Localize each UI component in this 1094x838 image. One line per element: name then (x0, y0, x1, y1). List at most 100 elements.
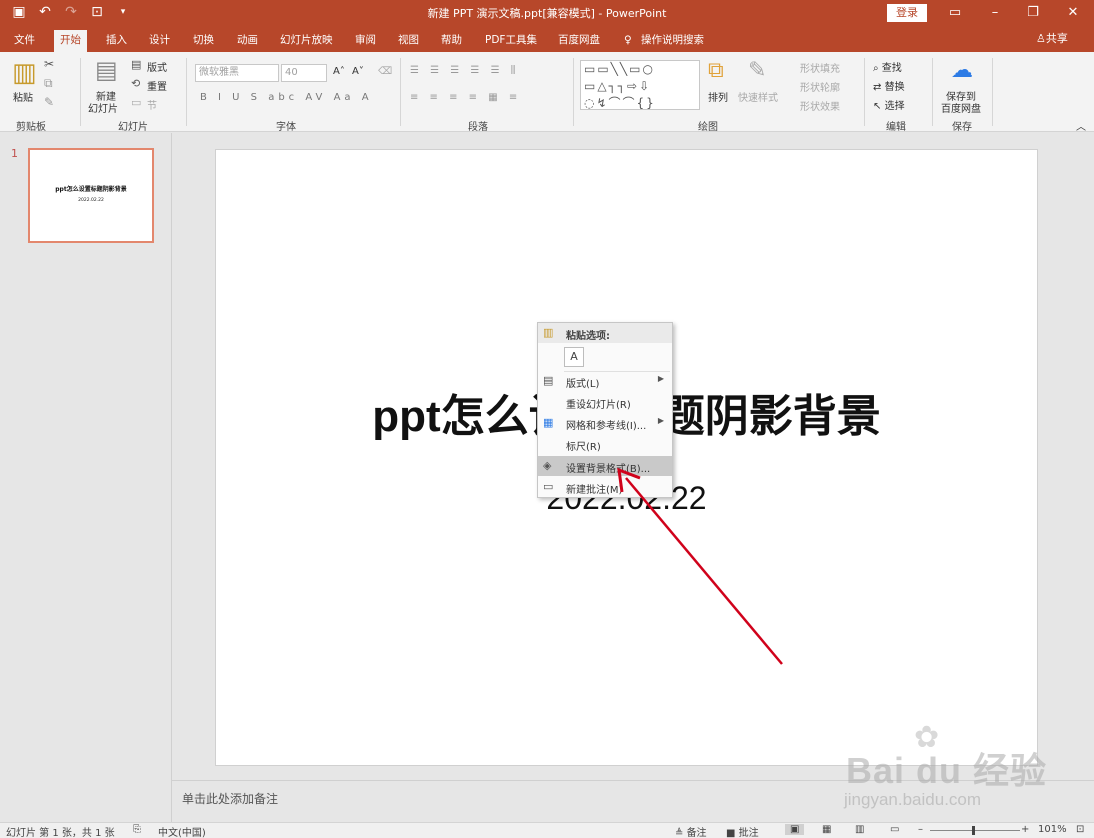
slideshow-view-icon[interactable]: ▭ (890, 824, 899, 835)
find-button[interactable]: ⌕ 查找 (873, 59, 902, 74)
reading-view-icon[interactable]: ▥ (855, 824, 864, 835)
new-slide-label-2[interactable]: 幻灯片 (88, 100, 118, 115)
tab-transitions[interactable]: 切换 (191, 30, 216, 52)
group-divider (573, 58, 574, 126)
quick-styles-icon[interactable]: ✎ (748, 58, 766, 83)
paragraph-group-label: 段落 (468, 122, 488, 133)
tab-baidu-netdisk[interactable]: 百度网盘 (556, 30, 602, 52)
slide-thumbnail[interactable]: ppt怎么设置标题阴影背景 2022.02.22 (28, 148, 154, 243)
watermark-logo: Bai du 经验 (846, 750, 1048, 791)
tab-help[interactable]: 帮助 (439, 30, 464, 52)
comments-toggle[interactable]: ■ 批注 (726, 824, 759, 838)
format-painter-icon[interactable]: ✎ (44, 95, 54, 109)
menu-item-label: 新建批注(M) (566, 485, 623, 496)
close-icon[interactable]: ✕ (1062, 3, 1084, 23)
paste-keep-text-only-button[interactable]: A (564, 347, 584, 367)
minimize-icon[interactable]: – (984, 3, 1006, 23)
tab-pdf-tools[interactable]: PDF工具集 (483, 30, 539, 52)
submenu-arrow-icon: ▶ (657, 416, 664, 425)
select-label: 选择 (884, 101, 905, 112)
replace-icon: ⇄ (873, 82, 882, 93)
comment-icon: ▭ (543, 480, 554, 493)
context-menu: ▥ 粘贴选项: A ▤ 版式(L) ▶ 重设幻灯片(R) ▦ 网格和参考线(I)… (537, 322, 673, 498)
comments-toggle-label: 批注 (738, 828, 759, 838)
tab-file[interactable]: 文件 (12, 30, 37, 52)
section-icon: ▭ (131, 96, 142, 109)
menu-item-ruler[interactable]: 标尺(R) (538, 434, 672, 454)
zoom-level[interactable]: 101% (1038, 824, 1067, 835)
menu-item-reset-slide[interactable]: 重设幻灯片(R) (538, 392, 672, 412)
tab-review[interactable]: 审阅 (353, 30, 378, 52)
menu-item-layout[interactable]: ▤ 版式(L) ▶ (538, 371, 672, 391)
menu-item-format-background[interactable]: ◈ 设置背景格式(B)... (538, 456, 672, 476)
layout-button[interactable]: 版式 (147, 59, 167, 74)
alignment-icons[interactable]: ≡ ≡ ≡ ≡ ▦ ≡ (410, 92, 521, 103)
tell-me-label: 操作说明搜索 (641, 34, 705, 46)
replace-button[interactable]: ⇄ 替换 (873, 78, 905, 93)
fit-to-window-icon[interactable]: ⊡ (1076, 824, 1084, 835)
language-indicator[interactable]: 中文(中国) (158, 824, 206, 838)
tab-design[interactable]: 设计 (147, 30, 172, 52)
zoom-out-icon[interactable]: – (918, 824, 923, 835)
cut-icon[interactable]: ✂ (44, 57, 54, 71)
ribbon: ▥ 粘贴 ✂ ⧉ ✎ 剪贴板 ▤ 新建 幻灯片 ▤ 版式 ⟲ 重置 ▭ 节 幻灯… (0, 52, 1094, 133)
tab-insert[interactable]: 插入 (104, 30, 129, 52)
notes-toggle[interactable]: ≜ 备注 (675, 824, 707, 838)
normal-view-icon[interactable]: ▣ (785, 824, 805, 835)
slide-number: 1 (11, 147, 18, 160)
spellcheck-icon[interactable]: ⎘ (133, 824, 141, 835)
zoom-in-icon[interactable]: + (1021, 824, 1029, 835)
group-divider (932, 58, 933, 126)
lightbulb-icon: ♀ (624, 34, 632, 46)
clear-formatting-icon[interactable]: ⌫ (378, 66, 392, 77)
slide-sorter-view-icon[interactable]: ▦ (822, 824, 831, 835)
shrink-font-icon[interactable]: A˅ (352, 66, 364, 77)
arrange-button[interactable]: 排列 (708, 89, 728, 104)
arrange-icon[interactable]: ⧉ (708, 58, 724, 83)
share-label: 共享 (1045, 32, 1068, 45)
tab-animations[interactable]: 动画 (235, 30, 260, 52)
ribbon-display-options-icon[interactable]: ▭ (944, 3, 966, 23)
list-and-indent-icons[interactable]: ☰ ☰ ☰ ☰ ☰ ⫼ (410, 65, 519, 76)
font-name-dropdown[interactable]: 微软雅黑 (195, 64, 279, 82)
tell-me-search[interactable]: ♀ 操作说明搜索 (622, 30, 706, 52)
zoom-slider-thumb[interactable] (972, 826, 975, 835)
find-label: 查找 (881, 63, 902, 74)
menu-item-grid-guides[interactable]: ▦ 网格和参考线(I)... ▶ (538, 413, 672, 433)
tab-home[interactable]: 开始 (54, 30, 87, 52)
restore-icon[interactable]: ❐ (1022, 3, 1044, 23)
paste-icon[interactable]: ▥ (12, 58, 37, 88)
tab-view[interactable]: 视图 (396, 30, 421, 52)
paste-button-label[interactable]: 粘贴 (13, 89, 33, 104)
baidu-cloud-icon[interactable]: ☁ (951, 58, 973, 83)
group-divider (80, 58, 81, 126)
grow-font-icon[interactable]: A˄ (333, 66, 345, 77)
menu-item-new-comment[interactable]: ▭ 新建批注(M) (538, 477, 672, 497)
login-button[interactable]: 登录 (887, 4, 927, 22)
section-button[interactable]: 节 (147, 97, 157, 112)
share-button[interactable]: ♙共享 (1036, 30, 1068, 46)
shape-outline-button[interactable]: 形状轮廓 (800, 79, 840, 94)
tab-slideshow[interactable]: 幻灯片放映 (278, 30, 335, 52)
baidu-netdisk-label[interactable]: 百度网盘 (941, 100, 981, 115)
slide-count: 幻灯片 第 1 张，共 1 张 (6, 828, 115, 838)
watermark-url: jingyan.baidu.com (844, 790, 982, 809)
font-formatting-icons[interactable]: B I U S abc AV Aa A (200, 92, 373, 103)
shape-fill-button[interactable]: 形状填充 (800, 60, 840, 75)
submenu-arrow-icon: ▶ (657, 374, 664, 383)
zoom-slider-track[interactable] (930, 830, 1020, 831)
window-title: 新建 PPT 演示文稿.ppt[兼容模式] - PowerPoint (427, 7, 667, 20)
reset-button[interactable]: 重置 (147, 78, 167, 93)
new-slide-icon[interactable]: ▤ (95, 56, 118, 84)
quick-styles-button[interactable]: 快速样式 (738, 89, 778, 104)
font-size-dropdown[interactable]: 40 (281, 64, 327, 82)
copy-icon[interactable]: ⧉ (44, 76, 53, 91)
clipboard-icon: ▥ (543, 326, 554, 339)
status-bar: 幻灯片 第 1 张，共 1 张 ⎘ 中文(中国) ≜ 备注 ■ 批注 ▣ ▦ ▥… (0, 822, 1094, 838)
shapes-gallery[interactable]: ▭▭╲╲▭○ ▭△┐┐⇨⇩ ◌↯⌒⌒{} (580, 60, 700, 110)
menu-item-label: 标尺(R) (566, 442, 601, 453)
menu-item-label: 设置背景格式(B)... (566, 464, 651, 475)
shape-effects-button[interactable]: 形状效果 (800, 98, 840, 113)
select-button[interactable]: ↖ 选择 (873, 97, 905, 112)
collapse-ribbon-icon[interactable]: ︿ (1076, 118, 1086, 133)
